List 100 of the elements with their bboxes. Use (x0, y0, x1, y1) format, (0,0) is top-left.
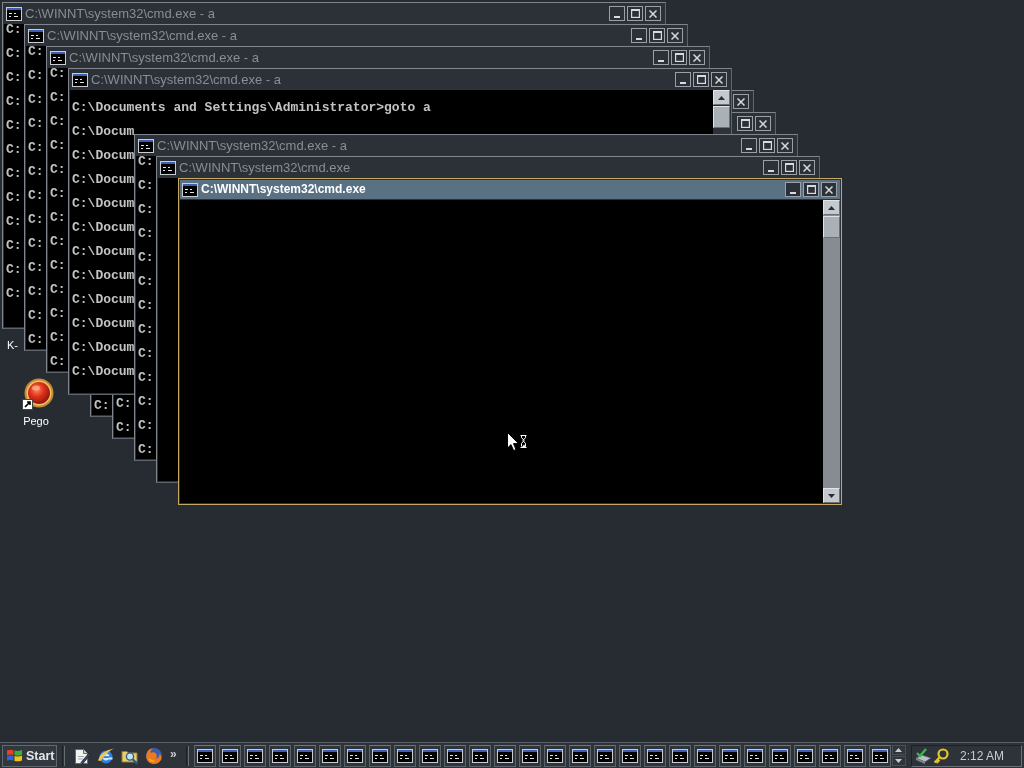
minimize-button[interactable] (609, 6, 625, 21)
orbit-globe-icon[interactable] (97, 746, 115, 765)
desktop-icon-label[interactable]: Pego (23, 415, 49, 428)
close-button[interactable] (821, 182, 837, 197)
minimize-button[interactable] (653, 50, 669, 65)
taskbar-window-button[interactable] (193, 744, 216, 767)
taskbar-window-button[interactable] (343, 744, 366, 767)
minimize-icon (614, 16, 620, 18)
maximize-button[interactable] (627, 6, 643, 21)
taskbar-window-button[interactable] (268, 744, 291, 767)
taskbar-window-button[interactable] (218, 744, 241, 767)
console-line: C: (28, 166, 44, 178)
window-title: C:\WINNT\system32\cmd.exe - a (47, 28, 237, 43)
maximize-icon (696, 75, 706, 84)
taskbar-window-button[interactable] (443, 744, 466, 767)
console-line: C: (50, 332, 66, 344)
console-icon (746, 748, 763, 763)
taskbar-window-button[interactable] (593, 744, 616, 767)
window-title: C:\WINNT\system32\cmd.exe - a (157, 138, 347, 153)
console-icon (521, 748, 538, 763)
minimize-button[interactable] (741, 138, 757, 153)
console-line: C:\Docum (72, 150, 135, 162)
taskbar-window-button[interactable] (843, 744, 866, 767)
taskbar-window-button[interactable] (668, 744, 691, 767)
maximize-button[interactable] (671, 50, 687, 65)
close-button[interactable] (711, 72, 727, 87)
close-button[interactable] (645, 6, 661, 21)
key-icon[interactable] (932, 747, 949, 764)
scroll-up-button[interactable] (713, 90, 730, 105)
close-button[interactable] (755, 116, 771, 131)
close-button[interactable] (799, 160, 815, 175)
scroll-thumb[interactable] (713, 106, 730, 128)
desktop-icon-label[interactable]: K- (7, 339, 18, 352)
maximize-button[interactable] (781, 160, 797, 175)
console-line: C: (138, 204, 154, 216)
console-line: C:\Docum (72, 342, 135, 354)
console-line: C:\Docum (72, 126, 135, 138)
taskbar-scroll-up-button[interactable] (891, 745, 906, 755)
taskbar-window-button[interactable] (693, 744, 716, 767)
taskbar-window-button[interactable] (418, 744, 441, 767)
minimize-button[interactable] (785, 182, 801, 197)
console-icon (771, 748, 788, 763)
console-line: C: (50, 236, 66, 248)
taskbar-window-button[interactable] (543, 744, 566, 767)
maximize-button[interactable] (649, 28, 665, 43)
maximize-button[interactable] (693, 72, 709, 87)
maximize-button[interactable] (737, 116, 753, 131)
maximize-button[interactable] (759, 138, 775, 153)
taskbar-window-button[interactable] (493, 744, 516, 767)
console-icon (646, 748, 663, 763)
taskbar-window-button[interactable] (468, 744, 491, 767)
taskbar-window-button[interactable] (368, 744, 391, 767)
up-arrow-icon (828, 205, 835, 210)
maximize-button[interactable] (803, 182, 819, 197)
close-button[interactable] (777, 138, 793, 153)
taskbar-window-button[interactable] (243, 744, 266, 767)
console-icon (671, 748, 688, 763)
console-line: C: (138, 156, 154, 168)
console-line: C: (138, 444, 154, 456)
close-icon (671, 31, 679, 40)
taskbar-scroll-down-button[interactable] (891, 756, 906, 766)
scroll-up-button[interactable] (823, 200, 840, 215)
taskbar-window-button[interactable] (743, 744, 766, 767)
minimize-button[interactable] (631, 28, 647, 43)
minimize-button[interactable] (763, 160, 779, 175)
scroll-thumb[interactable] (823, 216, 840, 238)
taskbar-window-button[interactable] (718, 744, 741, 767)
start-button[interactable]: Start (2, 744, 57, 767)
console-line: C: (50, 212, 66, 224)
scroll-down-button[interactable] (823, 488, 840, 503)
taskbar-window-button[interactable] (793, 744, 816, 767)
console-line: C: (50, 284, 66, 296)
console-line: C: (50, 188, 66, 200)
taskbar-window-button[interactable] (568, 744, 591, 767)
close-button[interactable] (733, 94, 749, 109)
taskbar-window-button[interactable] (818, 744, 841, 767)
close-button[interactable] (689, 50, 705, 65)
taskbar-window-button[interactable] (868, 744, 891, 767)
maximize-icon (652, 31, 662, 40)
console-icon (821, 748, 838, 763)
taskbar-window-button[interactable] (768, 744, 791, 767)
fox-globe-icon[interactable] (145, 746, 163, 765)
console-line: C: (28, 94, 44, 106)
clock: 2:12 AM (959, 748, 1004, 763)
scrollbar[interactable] (823, 200, 840, 503)
taskbar-window-button[interactable] (518, 744, 541, 767)
taskbar-window-button[interactable] (393, 744, 416, 767)
taskbar-window-button[interactable] (293, 744, 316, 767)
device-check-icon[interactable] (914, 747, 932, 764)
minimize-button[interactable] (675, 72, 691, 87)
console-icon (221, 748, 238, 763)
window-title: C:\WINNT\system32\cmd.exe - a (25, 6, 215, 21)
taskbar-window-button[interactable] (643, 744, 666, 767)
minimize-icon (746, 148, 752, 150)
console-line: C:\Docum (72, 366, 135, 378)
close-button[interactable] (667, 28, 683, 43)
quick-launch-more-button[interactable]: » (168, 747, 179, 760)
document-pencil-icon[interactable] (73, 746, 91, 765)
taskbar-window-button[interactable] (618, 744, 641, 767)
taskbar-window-button[interactable] (318, 744, 341, 767)
